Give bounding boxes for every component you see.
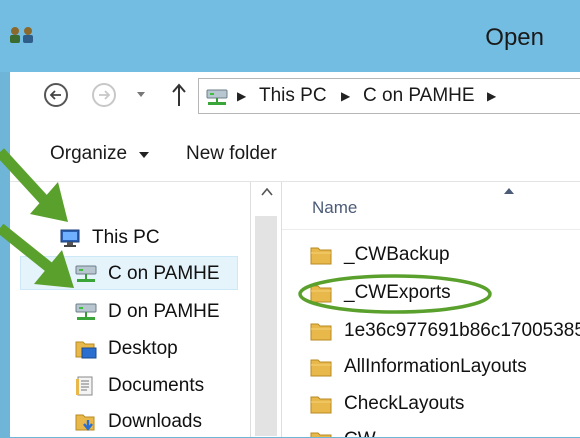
back-button[interactable] xyxy=(44,83,68,107)
annotation-arrow-icon xyxy=(0,224,74,288)
scroll-up-icon[interactable] xyxy=(261,188,273,196)
scrollbar-thumb[interactable] xyxy=(255,216,277,436)
network-drive-icon xyxy=(75,303,97,320)
folder-icon xyxy=(310,359,332,377)
downloads-icon xyxy=(75,414,95,431)
folder-icon xyxy=(310,323,332,341)
new-folder-button[interactable]: New folder xyxy=(186,143,277,165)
nav-pane-scrollbar[interactable] xyxy=(250,182,282,437)
window-title: Open xyxy=(485,24,544,51)
address-bar[interactable]: ▶ This PC ▶ C on PAMHE ▶ xyxy=(198,78,580,114)
forward-button[interactable] xyxy=(92,83,116,107)
sort-ascending-icon xyxy=(504,188,514,194)
chevron-down-icon[interactable] xyxy=(139,152,149,159)
command-toolbar: Organize New folder xyxy=(10,122,580,182)
folder-icon xyxy=(310,396,332,414)
file-row[interactable]: 1e36c977691b86c17005385 xyxy=(282,313,580,349)
file-row[interactable]: _CWBackup xyxy=(282,237,580,273)
file-row[interactable]: CW xyxy=(282,422,580,437)
app-users-icon xyxy=(10,27,33,43)
up-arrow-icon[interactable] xyxy=(170,82,188,108)
column-header-name[interactable]: Name xyxy=(282,182,580,230)
file-row[interactable]: CheckLayouts xyxy=(282,386,580,422)
breadcrumb-separator-icon[interactable]: ▶ xyxy=(341,89,350,103)
annotation-arrow-icon xyxy=(0,148,68,222)
title-bar: Open xyxy=(0,0,580,72)
desktop-folder-icon xyxy=(75,341,97,359)
breadcrumb-separator-icon[interactable]: ▶ xyxy=(237,89,246,103)
folder-icon xyxy=(310,247,332,265)
recent-locations-icon[interactable] xyxy=(136,91,146,99)
folder-icon xyxy=(310,432,332,437)
breadcrumb-c-on-pamhe[interactable]: C on PAMHE xyxy=(363,85,475,107)
navigation-bar: ▶ This PC ▶ C on PAMHE ▶ xyxy=(10,72,580,122)
breadcrumb-this-pc[interactable]: This PC xyxy=(259,85,327,107)
arrow-left-icon xyxy=(49,90,61,100)
breadcrumb-separator-icon[interactable]: ▶ xyxy=(487,89,496,103)
file-row[interactable]: AllInformationLayouts xyxy=(282,349,580,385)
network-drive-icon xyxy=(206,89,228,105)
documents-icon xyxy=(76,376,93,396)
arrow-right-icon xyxy=(99,90,111,100)
highlight-oval xyxy=(298,274,492,314)
